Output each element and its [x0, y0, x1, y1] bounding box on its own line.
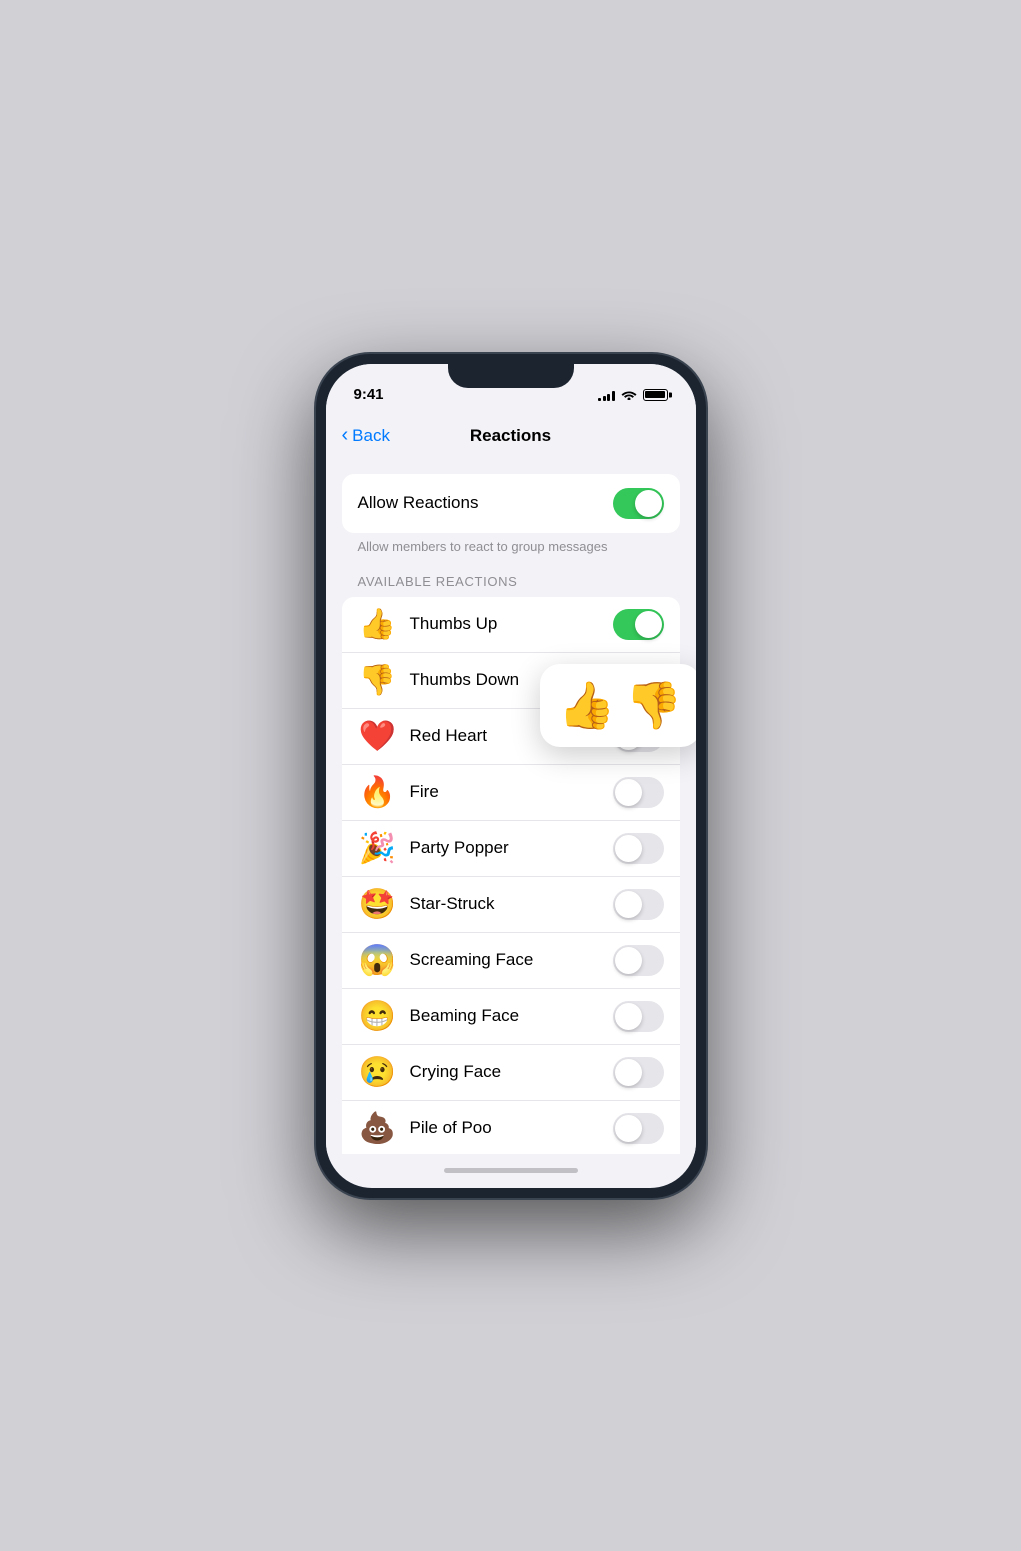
reaction-row: 😱 Screaming Face	[342, 933, 680, 989]
reaction-name: Fire	[410, 782, 601, 802]
reaction-toggle[interactable]	[613, 833, 664, 864]
toggle-knob	[635, 611, 662, 638]
nav-bar: ‹ Back Reactions	[326, 414, 696, 458]
wifi-icon	[621, 387, 637, 403]
home-indicator	[326, 1154, 696, 1188]
reaction-emoji: 🎉	[358, 831, 398, 866]
phone-frame: 9:41	[316, 354, 706, 1198]
reaction-toggle[interactable]	[613, 945, 664, 976]
back-button[interactable]: ‹ Back	[342, 425, 390, 447]
toggle-knob	[615, 835, 642, 862]
chevron-left-icon: ‹	[342, 424, 349, 447]
reaction-row: 🔥 Fire	[342, 765, 680, 821]
emoji-tooltip: 👍 👎	[540, 664, 696, 747]
reaction-row: 😢 Crying Face	[342, 1045, 680, 1101]
allow-reactions-label: Allow Reactions	[358, 493, 479, 513]
battery-icon	[643, 389, 668, 401]
page-title: Reactions	[470, 426, 551, 446]
thumbs-up-tooltip-emoji: 👍	[558, 678, 615, 733]
reaction-name: Pile of Poo	[410, 1118, 601, 1138]
toggle-knob	[635, 490, 662, 517]
allow-reactions-section: Allow Reactions Allow members to react t…	[326, 474, 696, 554]
available-reactions-section: AVAILABLE REACTIONS 👍Thumbs Up👎Thumbs Do…	[326, 574, 696, 1154]
toggle-knob	[615, 1003, 642, 1030]
toggle-knob	[615, 947, 642, 974]
reaction-row: 👍 Thumbs Up	[342, 597, 680, 653]
toggle-knob	[615, 1059, 642, 1086]
signal-icon	[598, 389, 615, 401]
reaction-name: Party Popper	[410, 838, 601, 858]
status-time: 9:41	[354, 386, 384, 403]
reaction-toggle[interactable]	[613, 1057, 664, 1088]
status-icons	[598, 387, 668, 403]
reaction-row: 😁 Beaming Face	[342, 989, 680, 1045]
reaction-row: 🤩 Star-Struck	[342, 877, 680, 933]
allow-reactions-row: Allow Reactions	[342, 474, 680, 533]
reaction-name: Star-Struck	[410, 894, 601, 914]
reaction-emoji: 😱	[358, 943, 398, 978]
home-bar	[444, 1168, 578, 1173]
phone-screen: 9:41	[326, 364, 696, 1188]
reaction-emoji: 👍	[358, 607, 398, 642]
reaction-name: Crying Face	[410, 1062, 601, 1082]
reaction-emoji: 😁	[358, 999, 398, 1034]
reaction-toggle[interactable]	[613, 1113, 664, 1144]
reaction-emoji: 🔥	[358, 775, 398, 810]
reaction-toggle[interactable]	[613, 1001, 664, 1032]
thumbs-down-tooltip-emoji: 👎	[625, 678, 682, 733]
toggle-knob	[615, 779, 642, 806]
reaction-toggle[interactable]	[613, 889, 664, 920]
toggle-knob	[615, 891, 642, 918]
available-reactions-header: AVAILABLE REACTIONS	[358, 574, 664, 589]
reaction-emoji: ❤️	[358, 719, 398, 754]
content-area: Allow Reactions Allow members to react t…	[326, 458, 696, 1154]
notch	[448, 354, 574, 388]
allow-reactions-toggle[interactable]	[613, 488, 664, 519]
tooltip-overlay: 👍 👎	[540, 664, 696, 747]
reaction-toggle[interactable]	[613, 777, 664, 808]
reaction-emoji: 💩	[358, 1111, 398, 1146]
reaction-emoji: 😢	[358, 1055, 398, 1090]
reaction-emoji: 👎	[358, 663, 398, 698]
reaction-name: Thumbs Up	[410, 614, 601, 634]
reaction-name: Beaming Face	[410, 1006, 601, 1026]
reaction-emoji: 🤩	[358, 887, 398, 922]
reaction-row: 💩 Pile of Poo	[342, 1101, 680, 1154]
back-label: Back	[352, 426, 390, 446]
allow-reactions-description: Allow members to react to group messages	[358, 539, 680, 554]
reaction-toggle[interactable]	[613, 609, 664, 640]
reaction-row: 🎉 Party Popper	[342, 821, 680, 877]
reaction-name: Screaming Face	[410, 950, 601, 970]
toggle-knob	[615, 1115, 642, 1142]
allow-reactions-card: Allow Reactions	[342, 474, 680, 533]
